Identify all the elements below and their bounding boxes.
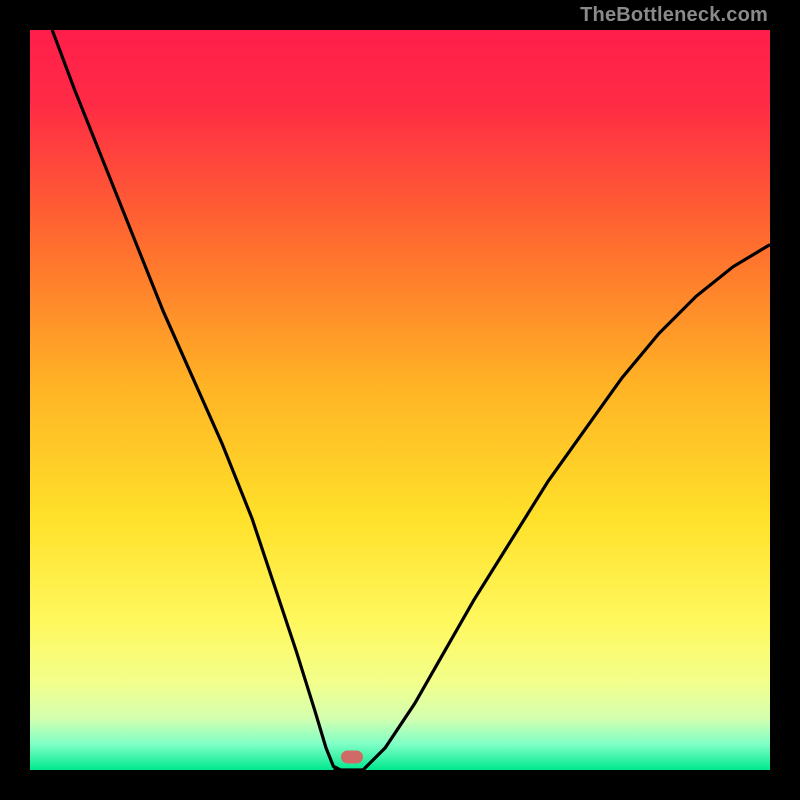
chart-frame: TheBottleneck.com	[0, 0, 800, 800]
plot-area	[30, 30, 770, 770]
watermark-text: TheBottleneck.com	[580, 4, 768, 27]
curve-path	[52, 30, 770, 770]
optimum-marker	[341, 750, 363, 763]
bottleneck-curve	[30, 30, 770, 770]
